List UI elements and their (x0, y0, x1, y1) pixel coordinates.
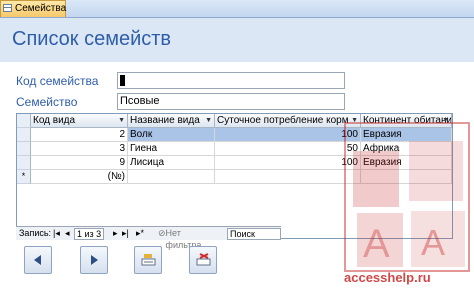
cell-code[interactable]: 9 (31, 156, 128, 170)
record-label: Запись: (19, 228, 52, 238)
first-record-icon[interactable]: |◂ (53, 227, 60, 239)
form-title: Список семейств (12, 28, 172, 50)
previous-button[interactable] (24, 246, 52, 274)
filter-status[interactable]: ⊘ Нет фильтра (158, 227, 201, 250)
family-code-label: Код семейства (16, 74, 99, 88)
next-record-icon[interactable]: ▸ (113, 227, 118, 239)
tab-label: Семейства (15, 3, 67, 14)
cell-intake[interactable]: 100 (215, 128, 361, 142)
tab-families[interactable]: Семейства (0, 0, 66, 17)
cell-code-new[interactable]: (№) (31, 170, 128, 184)
previous-record-icon[interactable]: ◂ (65, 227, 70, 239)
chevron-down-icon: ▼ (205, 117, 212, 124)
form-icon (3, 4, 12, 12)
next-button[interactable] (80, 246, 108, 274)
record-navigation-bar: Запись: |◂ ◂ 1 из 3 ▸ ▸| ▸* ⊘ Нет фильтр… (16, 226, 281, 250)
arrow-right-icon (91, 255, 98, 265)
last-record-icon[interactable]: ▸| (122, 227, 129, 239)
cell-name-new[interactable] (128, 170, 215, 184)
arrow-left-icon (34, 255, 41, 265)
column-header-name[interactable]: Название вида ▼ (128, 114, 215, 128)
access-logo-watermark: A A (344, 122, 470, 272)
chevron-down-icon: ▼ (118, 117, 125, 124)
cell-intake-new[interactable] (215, 170, 361, 184)
delete-record-button[interactable] (189, 246, 217, 274)
family-code-field[interactable] (117, 72, 345, 89)
cell-code[interactable]: 3 (31, 142, 128, 156)
watermark-text: accesshelp.ru (344, 270, 431, 285)
svg-text:A: A (421, 222, 445, 263)
row-selector[interactable] (17, 128, 31, 142)
add-record-icon (141, 254, 156, 266)
add-record-button[interactable] (134, 246, 162, 274)
cell-intake[interactable]: 50 (215, 142, 361, 156)
cell-name[interactable]: Гиена (128, 142, 215, 156)
cell-name[interactable]: Волк (128, 128, 215, 142)
column-header-code[interactable]: Код вида ▼ (31, 114, 128, 128)
cell-intake[interactable]: 100 (215, 156, 361, 170)
document-tab-bar: Семейства (0, 0, 474, 18)
svg-text:A: A (363, 222, 390, 266)
search-box[interactable]: Поиск (227, 228, 281, 240)
new-record-marker: * (17, 170, 31, 184)
family-field[interactable]: Псовые (117, 93, 345, 110)
row-selector[interactable] (17, 156, 31, 170)
delete-record-icon (196, 253, 211, 266)
new-record-icon[interactable]: ▸* (136, 227, 144, 239)
form-header: Список семейств (0, 18, 474, 62)
cell-code[interactable]: 2 (31, 128, 128, 142)
column-header-intake[interactable]: Суточное потребление корм ▼ (215, 114, 361, 128)
cell-name[interactable]: Лисица (128, 156, 215, 170)
family-label: Семейство (16, 95, 78, 109)
record-position[interactable]: 1 из 3 (74, 228, 105, 240)
row-selector[interactable] (17, 142, 31, 156)
select-all-cell[interactable] (17, 114, 31, 128)
text-cursor (120, 74, 125, 86)
